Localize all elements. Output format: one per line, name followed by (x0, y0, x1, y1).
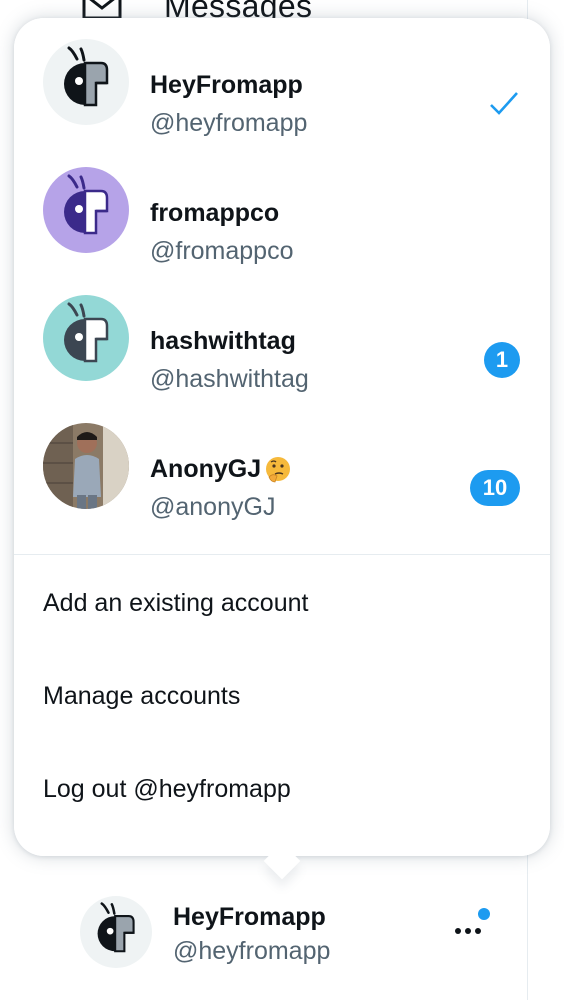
manage-accounts-button[interactable]: Manage accounts (14, 649, 550, 741)
more-horizontal-icon[interactable] (452, 922, 486, 940)
account-handle: @fromappco (150, 237, 294, 265)
menu-item-label: Log out @heyfromapp (43, 775, 291, 803)
account-name: HeyFromapp (173, 903, 326, 931)
account-handle: @anonyGJ (150, 493, 276, 521)
account-handle: @hashwithtag (150, 365, 309, 393)
account-row-anonygj[interactable]: AnonyGJ @anonyGJ (14, 402, 550, 530)
thinking-face-icon (266, 457, 291, 483)
menu-item-label: Add an existing account (43, 589, 309, 617)
account-handle: @heyfromapp (150, 109, 308, 137)
photo-avatar-icon (43, 423, 129, 509)
menu-separator (14, 554, 550, 555)
avatar (43, 295, 129, 381)
account-row-fromappco[interactable]: fromappco @fromappco (14, 146, 550, 274)
account-name: hashwithtag (150, 327, 296, 355)
checkmark-icon (490, 92, 518, 115)
logout-button[interactable]: Log out @heyfromapp (14, 742, 550, 834)
account-name-text: AnonyGJ (150, 455, 262, 483)
account-row-heyfromapp[interactable]: HeyFromapp @heyfromapp (14, 18, 550, 146)
avatar (43, 39, 129, 125)
robot-avatar-icon (80, 896, 152, 968)
robot-avatar-icon (43, 167, 129, 253)
menu-item-label: Manage accounts (43, 682, 241, 710)
robot-avatar-icon (43, 39, 129, 125)
account-name: AnonyGJ (150, 454, 293, 485)
account-switcher-popover: HeyFromapp @heyfromapp fromappco @fromap… (14, 18, 550, 856)
account-switcher-button[interactable]: HeyFromapp @heyfromapp (0, 880, 527, 1000)
envelope-icon (82, 0, 122, 20)
account-handle: @heyfromapp (173, 937, 331, 965)
avatar (43, 167, 129, 253)
robot-avatar-icon (43, 295, 129, 381)
avatar (43, 423, 129, 509)
account-name: HeyFromapp (150, 71, 303, 99)
add-existing-account-button[interactable]: Add an existing account (14, 556, 550, 648)
notification-dot (478, 908, 490, 920)
account-row-hashwithtag[interactable]: hashwithtag @hashwithtag (14, 274, 550, 402)
account-name: fromappco (150, 199, 280, 227)
unread-badge: 1 (484, 342, 520, 378)
avatar (80, 896, 152, 968)
unread-badge: 10 (470, 470, 520, 506)
